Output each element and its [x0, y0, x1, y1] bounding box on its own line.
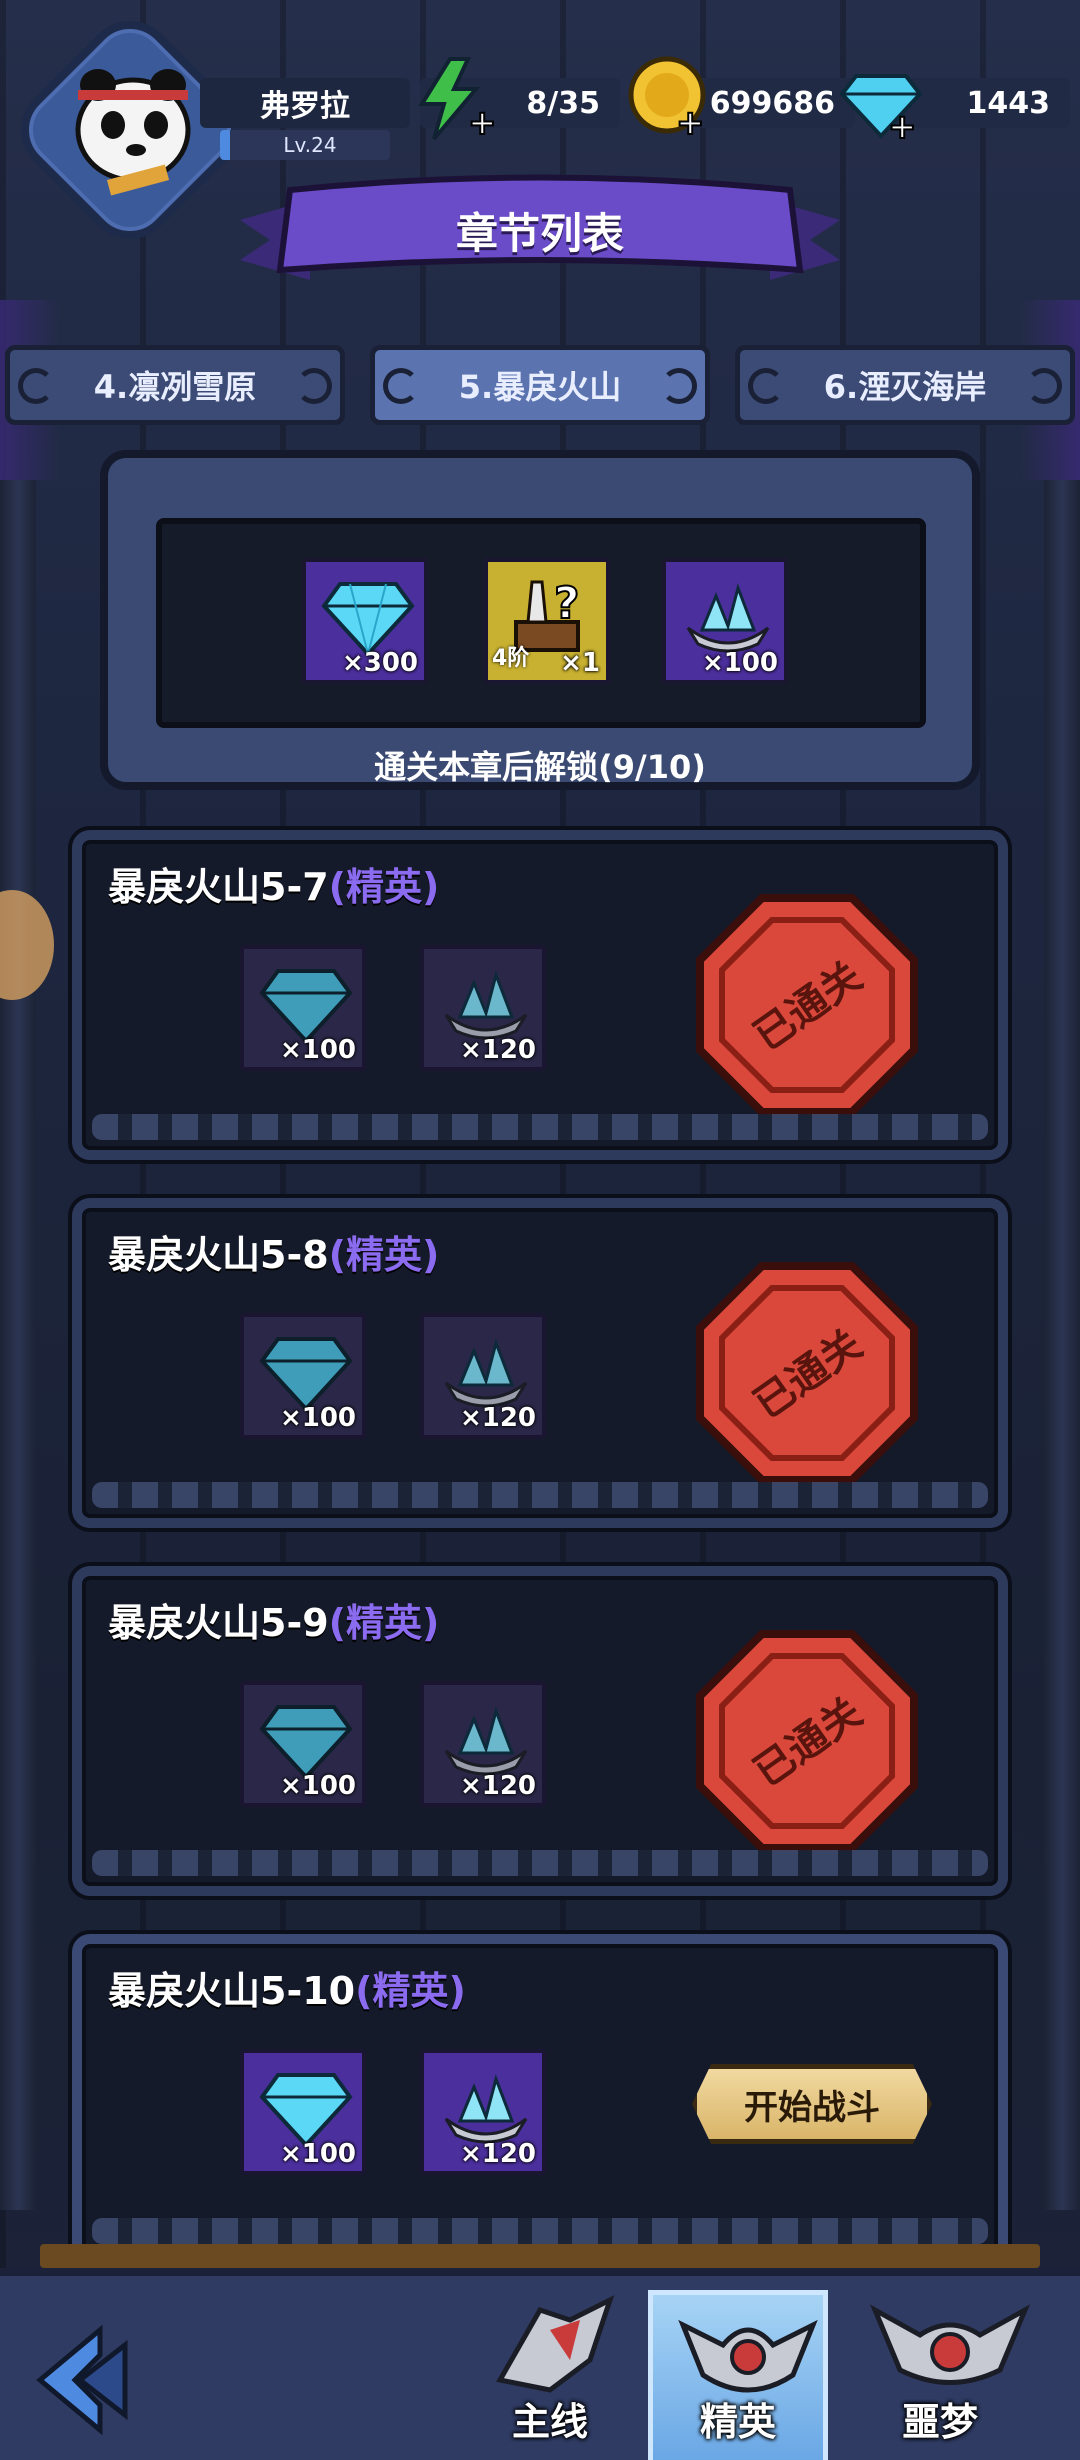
stage-elite-tag: (精英): [328, 1233, 440, 1277]
thorn-border: [92, 1482, 988, 1508]
reward-qty: ×1: [560, 648, 600, 678]
stage-name: 暴戾火山5-10: [108, 1969, 356, 2013]
crystal-ore-icon: [444, 1706, 528, 1776]
nav-nightmare[interactable]: 噩梦: [850, 2290, 1030, 2460]
tab-label: 4.凛冽雪原: [93, 368, 257, 406]
tab-label: 5.暴戾火山: [458, 368, 622, 406]
chapter-reward-panel: ×300 ? 4阶 ×1 ×100 通关本章后解锁(9/10): [100, 450, 980, 790]
gold-coin-icon[interactable]: +: [622, 50, 712, 140]
diamond-value: 1443: [966, 85, 1051, 121]
gold-value: 699686: [709, 85, 835, 121]
crystal-ore-icon: [444, 1338, 528, 1408]
diamond-icon: [259, 1337, 353, 1412]
thorn-border: [92, 1114, 988, 1140]
main-story-emblem-icon: [496, 2295, 615, 2393]
stage-name: 暴戾火山5-7: [108, 865, 329, 909]
svg-text:+: +: [888, 107, 917, 144]
reward-qty: ×120: [459, 1403, 536, 1433]
stage-card-5-10: 暴戾火山5-10(精英) ×100 ×120 开始战斗: [72, 1934, 1008, 2264]
title-banner: 章节列表: [240, 170, 840, 280]
diamond-icon: [321, 582, 415, 657]
diamond-icon[interactable]: +: [836, 54, 926, 144]
diamond-icon: [259, 1705, 353, 1780]
energy-value: 8/35: [526, 85, 600, 121]
nightmare-bat-emblem-icon: [870, 2304, 1030, 2385]
reward-qty: ×120: [459, 1035, 536, 1065]
stage-elite-tag: (精英): [355, 1969, 466, 2013]
reward-slot-weapon-chest[interactable]: ? 4阶 ×1: [484, 558, 610, 684]
reward-slot-diamond[interactable]: ×100: [240, 1681, 366, 1807]
tab-chapter-4[interactable]: 4.凛冽雪原: [5, 345, 345, 425]
stage-name: 暴戾火山5-9: [108, 1601, 329, 1645]
reward-slot-crystal-ore[interactable]: ×120: [420, 1681, 546, 1807]
stage-title: 暴戾火山5-10(精英): [108, 1960, 466, 2015]
diamond-icon: [259, 969, 353, 1044]
stage-title: 暴戾火山5-8(精英): [108, 1224, 439, 1279]
stage-elite-tag: (精英): [328, 865, 440, 909]
stage-card-5-9: 暴戾火山5-9(精英) ×100 ×120 已通关: [72, 1566, 1008, 1896]
reward-qty: ×100: [279, 2139, 356, 2169]
stage-title: 暴戾火山5-9(精英): [108, 1592, 439, 1647]
energy-lightning-icon[interactable]: +: [410, 54, 500, 144]
swirl-ornament-icon: [18, 368, 54, 404]
panda-avatar-icon: [75, 69, 191, 196]
cleared-stamp-icon: 已通关: [696, 1630, 918, 1852]
cleared-stamp-icon: 已通关: [696, 1262, 918, 1484]
player-level: Lv.24: [220, 130, 390, 160]
reward-slot-crystal-ore[interactable]: ×120: [420, 945, 546, 1071]
reward-slot-crystal-ore[interactable]: ×120: [420, 1313, 546, 1439]
stage-name: 暴戾火山5-8: [108, 1233, 329, 1277]
reward-slot-diamond[interactable]: ×100: [240, 945, 366, 1071]
stage-card-5-8: 暴戾火山5-8(精英) ×100 ×120 已通关: [72, 1198, 1008, 1528]
bottom-ledge: [40, 2244, 1040, 2268]
reward-slot-diamond[interactable]: ×100: [240, 1313, 366, 1439]
stage-title: 暴戾火山5-7(精英): [108, 856, 439, 911]
swirl-ornament-icon: [748, 368, 784, 404]
reward-tier: 4阶: [492, 646, 530, 671]
page-title: 章节列表: [455, 209, 624, 258]
reward-qty: ×100: [279, 1403, 356, 1433]
crystal-ore-icon: [444, 2074, 528, 2144]
reward-slot-diamond[interactable]: ×300: [302, 558, 428, 684]
stage-card-5-7: 暴戾火山5-7(精英) ×100 ×120 已通关: [72, 830, 1008, 1160]
pillar-right: [1044, 480, 1080, 2210]
reward-slot-crystal-ore[interactable]: ×120: [420, 2049, 546, 2175]
diamond-icon: [259, 2073, 353, 2148]
reward-qty: ×120: [459, 1771, 536, 1801]
back-arrow-icon[interactable]: [30, 2320, 150, 2440]
swirl-ornament-icon: [661, 368, 697, 404]
reward-qty: ×100: [279, 1035, 356, 1065]
crystal-ore-icon: [444, 970, 528, 1040]
swirl-ornament-icon: [296, 368, 332, 404]
tab-chapter-5[interactable]: 5.暴戾火山: [370, 345, 710, 425]
svg-text:+: +: [468, 103, 497, 143]
svg-text:+: +: [676, 103, 705, 140]
tab-label: 6.湮灭海岸: [823, 368, 987, 406]
reward-qty: ×300: [341, 648, 418, 678]
player-name: 弗罗拉: [200, 78, 410, 128]
stage-elite-tag: (精英): [328, 1601, 440, 1645]
elite-demon-emblem-icon: [678, 2319, 818, 2393]
reward-slot-diamond[interactable]: ×100: [240, 2049, 366, 2175]
swirl-ornament-icon: [1026, 368, 1062, 404]
pillar-left: [0, 480, 36, 2210]
reward-slot-crystal-ore[interactable]: ×100: [662, 558, 788, 684]
svg-text:?: ?: [554, 578, 580, 629]
cleared-stamp-icon: 已通关: [696, 894, 918, 1116]
nav-main-story[interactable]: 主线: [460, 2290, 640, 2460]
thorn-border: [92, 1850, 988, 1876]
swirl-ornament-icon: [383, 368, 419, 404]
start-battle-button[interactable]: 开始战斗: [692, 2064, 932, 2144]
tab-chapter-6[interactable]: 6.湮灭海岸: [735, 345, 1075, 425]
chapter-unlock-text: 通关本章后解锁(9/10): [374, 748, 706, 786]
crystal-ore-icon: [686, 583, 770, 653]
reward-qty: ×100: [701, 648, 778, 678]
chapter-reward-slots: ×300 ? 4阶 ×1 ×100: [156, 518, 926, 728]
reward-qty: ×100: [279, 1771, 356, 1801]
nav-elite[interactable]: 精英: [648, 2290, 828, 2460]
thorn-border: [92, 2218, 988, 2244]
reward-qty: ×120: [459, 2139, 536, 2169]
